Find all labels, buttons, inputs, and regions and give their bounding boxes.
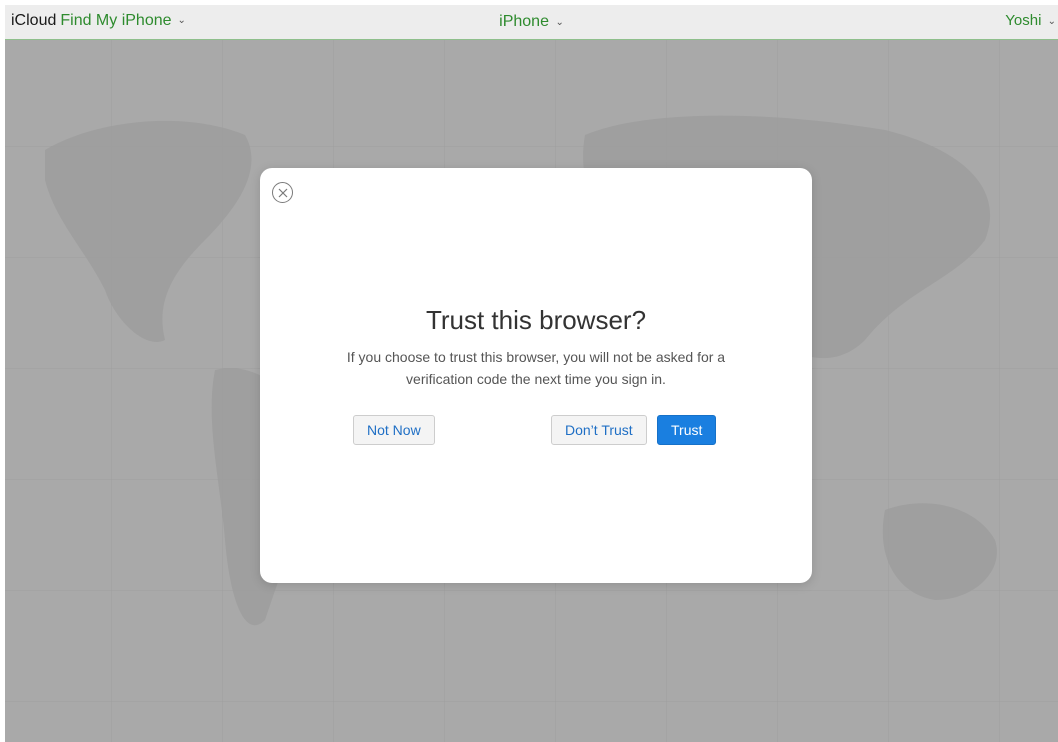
not-now-button[interactable]: Not Now: [353, 415, 435, 445]
device-name: iPhone: [499, 13, 549, 30]
top-bar: iCloud Find My iPhone ⌄ iPhone ⌄ Yoshi ⌄: [5, 5, 1058, 40]
trust-button[interactable]: Trust: [657, 415, 717, 445]
dialog-title: Trust this browser?: [425, 305, 647, 335]
user-menu[interactable]: Yoshi ⌄: [1005, 12, 1056, 29]
device-selector[interactable]: iPhone ⌄: [5, 13, 1058, 31]
dont-trust-button[interactable]: Don’t Trust: [551, 415, 647, 445]
chevron-down-icon: ⌄: [1047, 16, 1056, 27]
close-icon[interactable]: [272, 182, 293, 203]
trust-browser-dialog: Trust this browser? If you choose to tru…: [260, 168, 812, 583]
dialog-description: If you choose to trust this browser, you…: [346, 349, 726, 387]
chevron-down-icon: ⌄: [555, 17, 564, 28]
app-window: iCloud Find My iPhone ⌄ iPhone ⌄ Yoshi ⌄: [5, 5, 1058, 742]
close-glyph: [278, 188, 288, 198]
user-name: Yoshi: [1005, 12, 1042, 29]
